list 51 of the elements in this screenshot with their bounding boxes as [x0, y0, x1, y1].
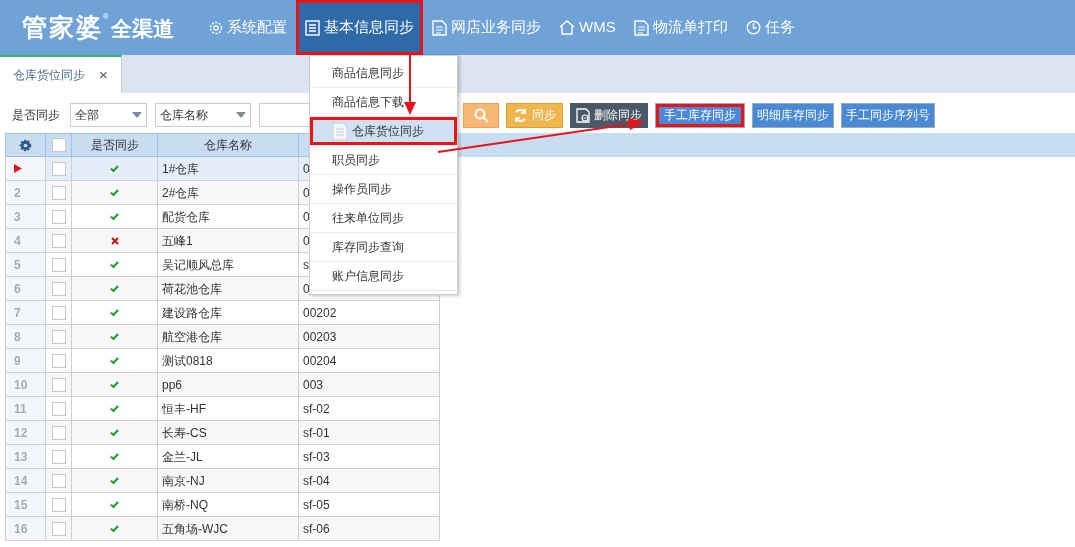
table-cell-text: 航空港仓库	[162, 328, 222, 346]
row-number: 7	[14, 304, 21, 322]
row-number: 13	[14, 448, 28, 466]
row-number: 3	[14, 208, 21, 226]
table-cell-text: 配货仓库	[162, 208, 210, 226]
table-cell-text: 建设路仓库	[162, 304, 222, 322]
table-cell-text: sf-05	[303, 496, 330, 514]
table-cell-text: 五角场-WJC	[162, 520, 228, 538]
row-number: 9	[14, 352, 21, 370]
table-cell-text: 003	[303, 376, 324, 394]
row-number: 12	[14, 424, 28, 442]
logo-brand: 管家婆	[22, 11, 103, 42]
table-cell-text: 0	[303, 208, 310, 226]
table-cell-text: 恒丰-HF	[162, 400, 206, 418]
table-cell-text: 00204	[303, 352, 337, 370]
filter-label: 是否同步	[12, 107, 61, 124]
table-cell-text: 00203	[303, 328, 337, 346]
table-cell-text: sf-04	[303, 472, 330, 490]
table-cell-text: sf-06	[303, 520, 330, 538]
table-cell-text: 长寿-CS	[162, 424, 207, 442]
logo-mark: ®	[103, 11, 109, 21]
row-number: 14	[14, 472, 28, 490]
table-cell-text: 测试0818	[162, 352, 213, 370]
row-number: 4	[14, 232, 21, 250]
table-cell-text: sf-01	[303, 424, 330, 442]
table-cell-text: 2#仓库	[162, 184, 200, 202]
row-number: 10	[14, 376, 28, 394]
row-number: 2	[14, 184, 21, 202]
table-cell-text: 0	[303, 184, 310, 202]
table-cell-text: 00202	[303, 304, 337, 322]
row-number: 6	[14, 280, 21, 298]
table-cell-text: pp6	[162, 376, 183, 394]
table-cell-text: 金兰-JL	[162, 448, 203, 466]
table-cell-text: 0	[303, 232, 310, 250]
table-cell-text: sf-03	[303, 448, 330, 466]
row-number: 5	[14, 256, 21, 274]
table-cell-text: 荷花池仓库	[162, 280, 222, 298]
table-cell-text: sf-02	[303, 400, 330, 418]
table-cell-text: 0	[303, 280, 310, 298]
table-cell-text: 吴记顺风总库	[162, 256, 234, 274]
table-cell-text: 0	[303, 160, 310, 178]
row-number: 8	[14, 328, 21, 346]
row-number: 15	[14, 496, 28, 514]
row-number: 11	[14, 400, 27, 418]
table-cell-text: s	[303, 256, 309, 274]
table-cell-text: 南桥-NQ	[162, 496, 208, 514]
logo-product: 全渠道	[110, 15, 174, 42]
table-cell-text: 五峰1	[162, 232, 193, 250]
table-cell-text: 1#仓库	[162, 160, 200, 178]
table-cell-text: 南京-NJ	[162, 472, 205, 490]
row-number: 16	[14, 520, 28, 538]
